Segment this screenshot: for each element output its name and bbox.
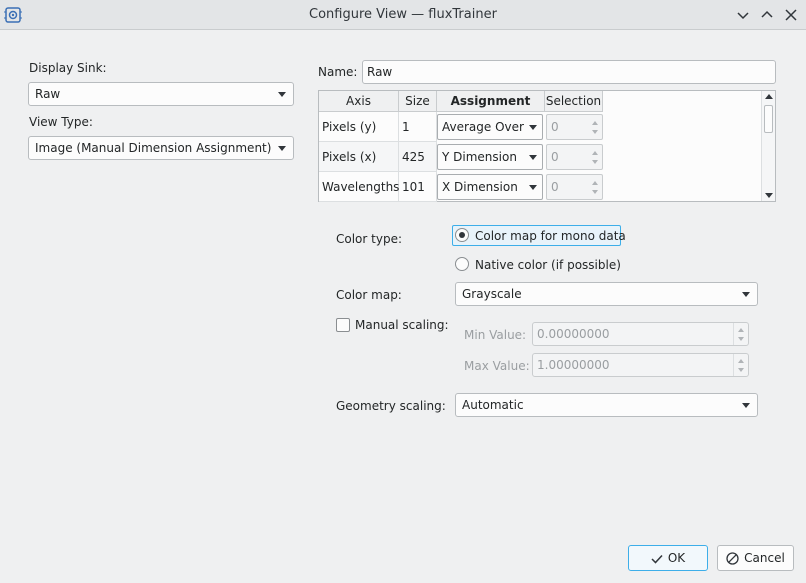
maximize-chevron-icon[interactable]	[759, 7, 775, 23]
checkmark-icon	[651, 554, 663, 564]
radio-mono-label[interactable]: Color map for mono data	[475, 229, 626, 243]
assignment-value: X Dimension	[442, 180, 518, 194]
spin-down-icon	[592, 160, 598, 164]
axis-cell: Wavelengths	[319, 172, 399, 202]
spin-up-icon	[592, 151, 598, 155]
spin-separator	[733, 323, 734, 345]
display-sink-value: Raw	[35, 87, 61, 101]
assignment-combo[interactable]: Average Over	[437, 114, 543, 140]
assignment-value: Y Dimension	[442, 150, 517, 164]
spin-up-icon	[592, 121, 598, 125]
color-map-value: Grayscale	[462, 287, 522, 301]
title-bar: Configure View — fluxTrainer	[0, 0, 806, 30]
minimize-chevron-icon[interactable]	[735, 7, 751, 23]
geometry-scaling-label: Geometry scaling:	[336, 399, 446, 413]
name-label: Name:	[318, 65, 358, 79]
selection-spinbox[interactable]: 0	[546, 174, 603, 200]
column-header-axis[interactable]: Axis	[319, 91, 399, 112]
radio-native[interactable]	[455, 257, 469, 271]
scroll-up-icon[interactable]	[765, 94, 773, 99]
max-value-label: Max Value:	[464, 359, 530, 373]
selection-value: 0	[551, 150, 559, 164]
chevron-down-icon	[278, 146, 286, 151]
spin-down-icon	[592, 190, 598, 194]
chevron-down-icon	[529, 125, 537, 130]
close-icon[interactable]	[783, 7, 799, 23]
assignment-value: Average Over	[442, 120, 524, 134]
color-type-label: Color type:	[336, 232, 402, 246]
cancel-label: Cancel	[744, 551, 785, 565]
max-value-spinbox[interactable]: 1.00000000	[532, 353, 749, 377]
max-value: 1.00000000	[537, 358, 610, 372]
scrollbar-thumb[interactable]	[764, 105, 773, 133]
chevron-down-icon	[742, 292, 750, 297]
assignment-combo[interactable]: Y Dimension	[437, 144, 543, 170]
chevron-down-icon	[529, 155, 537, 160]
manual-scaling-checkbox[interactable]	[336, 318, 350, 332]
min-value: 0.00000000	[537, 327, 610, 341]
chevron-down-icon	[529, 185, 537, 190]
manual-scaling-label[interactable]: Manual scaling:	[355, 318, 449, 332]
spin-down-icon	[738, 368, 744, 372]
selection-spinbox[interactable]: 0	[546, 114, 603, 140]
axis-cell: Pixels (y)	[319, 112, 399, 142]
display-sink-combo[interactable]: Raw	[28, 82, 294, 106]
ok-button[interactable]: OK	[628, 545, 708, 571]
selection-value: 0	[551, 180, 559, 194]
scroll-down-icon[interactable]	[765, 193, 773, 198]
radio-native-label[interactable]: Native color (if possible)	[475, 258, 621, 272]
spin-up-icon	[738, 359, 744, 363]
spin-separator	[733, 354, 734, 376]
geometry-scaling-combo[interactable]: Automatic	[455, 393, 758, 417]
dimension-table: Axis Size Assignment Selection Pixels (y…	[318, 90, 776, 202]
spin-down-icon	[592, 130, 598, 134]
column-header-selection[interactable]: Selection	[545, 91, 603, 112]
chevron-down-icon	[278, 92, 286, 97]
axis-cell: Pixels (x)	[319, 142, 399, 172]
chevron-down-icon	[742, 403, 750, 408]
geometry-scaling-value: Automatic	[462, 398, 524, 412]
size-cell: 101	[399, 172, 437, 202]
table-scrollbar[interactable]	[761, 91, 775, 201]
selection-spinbox[interactable]: 0	[546, 144, 603, 170]
spin-up-icon	[592, 181, 598, 185]
name-input[interactable]: Raw	[362, 60, 776, 84]
size-cell: 425	[399, 142, 437, 172]
size-cell: 1	[399, 112, 437, 142]
min-value-spinbox[interactable]: 0.00000000	[532, 322, 749, 346]
column-header-assignment[interactable]: Assignment	[437, 91, 545, 112]
display-sink-label: Display Sink:	[29, 61, 107, 75]
view-type-label: View Type:	[29, 115, 93, 129]
view-type-combo[interactable]: Image (Manual Dimension Assignment)	[28, 136, 294, 160]
ok-label: OK	[667, 551, 686, 565]
spin-up-icon	[738, 328, 744, 332]
window-title: Configure View — fluxTrainer	[309, 7, 497, 22]
min-value-label: Min Value:	[464, 328, 527, 342]
spin-down-icon	[738, 337, 744, 341]
cancel-circle-icon	[726, 552, 739, 565]
color-map-label: Color map:	[336, 288, 402, 302]
assignment-combo[interactable]: X Dimension	[437, 174, 543, 200]
column-header-size[interactable]: Size	[399, 91, 437, 112]
view-type-value: Image (Manual Dimension Assignment)	[35, 141, 272, 155]
color-map-combo[interactable]: Grayscale	[455, 282, 758, 306]
cancel-button[interactable]: Cancel	[717, 545, 794, 571]
selection-value: 0	[551, 120, 559, 134]
radio-mono[interactable]	[455, 228, 469, 242]
